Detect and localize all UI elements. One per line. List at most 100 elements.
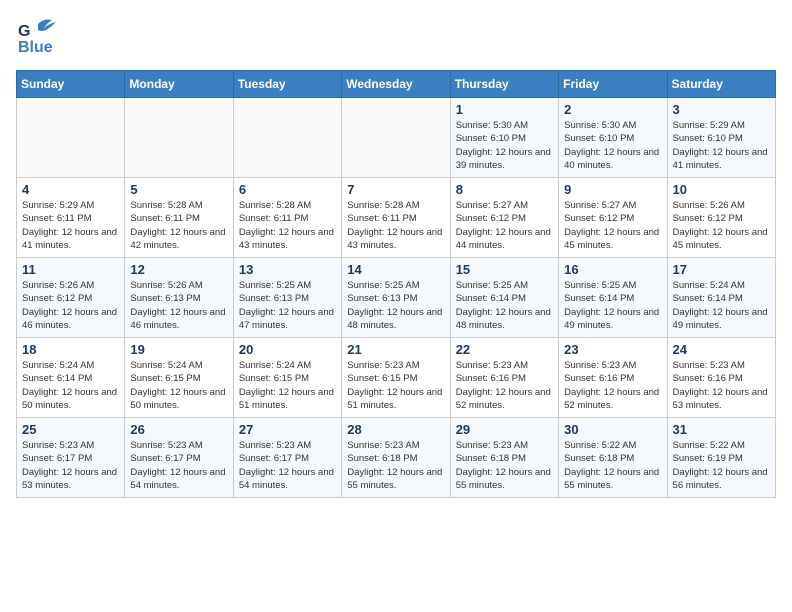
logo-icon: G Blue [16,16,64,58]
day-info: Sunrise: 5:24 AMSunset: 6:14 PMDaylight:… [673,279,770,332]
page-header: G Blue [16,16,776,58]
calendar-week-row: 18 Sunrise: 5:24 AMSunset: 6:14 PMDayligh… [17,338,776,418]
day-number: 30 [564,422,661,437]
day-info: Sunrise: 5:29 AMSunset: 6:10 PMDaylight:… [673,119,770,172]
day-info: Sunrise: 5:23 AMSunset: 6:16 PMDaylight:… [673,359,770,412]
col-header-friday: Friday [559,71,667,98]
day-info: Sunrise: 5:25 AMSunset: 6:14 PMDaylight:… [456,279,553,332]
calendar-cell [125,98,233,178]
day-number: 21 [347,342,444,357]
calendar-cell: 28Sunrise: 5:23 AMSunset: 6:18 PMDayligh… [342,418,450,498]
day-info: Sunrise: 5:24 AMSunset: 6:14 PMDaylight:… [22,359,119,412]
day-info: Sunrise: 5:27 AMSunset: 6:12 PMDaylight:… [564,199,661,252]
calendar-cell: 1Sunrise: 5:30 AMSunset: 6:10 PMDaylight… [450,98,558,178]
day-info: Sunrise: 5:23 AMSunset: 6:17 PMDaylight:… [130,439,227,492]
day-info: Sunrise: 5:27 AMSunset: 6:12 PMDaylight:… [456,199,553,252]
day-info: Sunrise: 5:26 AMSunset: 6:13 PMDaylight:… [130,279,227,332]
day-number: 31 [673,422,770,437]
col-header-tuesday: Tuesday [233,71,341,98]
logo: G Blue [16,16,68,58]
day-info: Sunrise: 5:23 AMSunset: 6:15 PMDaylight:… [347,359,444,412]
calendar-cell: 4 Sunrise: 5:29 AMSunset: 6:11 PMDaylight… [17,178,125,258]
day-info: Sunrise: 5:24 AMSunset: 6:15 PMDaylight:… [130,359,227,412]
day-info: Sunrise: 5:25 AMSunset: 6:13 PMDaylight:… [239,279,336,332]
day-info: Sunrise: 5:23 AMSunset: 6:16 PMDaylight:… [564,359,661,412]
day-number: 7 [347,182,444,197]
day-number: 26 [130,422,227,437]
day-info: Sunrise: 5:28 AMSunset: 6:11 PMDaylight:… [239,199,336,252]
svg-text:G: G [18,23,30,40]
calendar-cell: 13 Sunrise: 5:25 AMSunset: 6:13 PMDayligh… [233,258,341,338]
day-info: Sunrise: 5:25 AMSunset: 6:13 PMDaylight:… [347,279,444,332]
calendar-cell: 30 Sunrise: 5:22 AMSunset: 6:18 PMDayligh… [559,418,667,498]
day-number: 18 [22,342,119,357]
day-number: 11 [22,262,119,277]
day-number: 27 [239,422,336,437]
col-header-thursday: Thursday [450,71,558,98]
day-info: Sunrise: 5:22 AMSunset: 6:18 PMDaylight:… [564,439,661,492]
day-info: Sunrise: 5:23 AMSunset: 6:16 PMDaylight:… [456,359,553,412]
calendar-cell: 26 Sunrise: 5:23 AMSunset: 6:17 PMDayligh… [125,418,233,498]
calendar-cell: 21 Sunrise: 5:23 AMSunset: 6:15 PMDayligh… [342,338,450,418]
day-number: 23 [564,342,661,357]
day-number: 4 [22,182,119,197]
day-info: Sunrise: 5:30 AMSunset: 6:10 PMDaylight:… [564,119,661,172]
day-number: 8 [456,182,553,197]
calendar-cell: 23 Sunrise: 5:23 AMSunset: 6:16 PMDayligh… [559,338,667,418]
calendar-cell: 2 Sunrise: 5:30 AMSunset: 6:10 PMDaylight… [559,98,667,178]
calendar-week-row: 1Sunrise: 5:30 AMSunset: 6:10 PMDaylight… [17,98,776,178]
calendar-cell: 25Sunrise: 5:23 AMSunset: 6:17 PMDayligh… [17,418,125,498]
day-number: 9 [564,182,661,197]
svg-text:Blue: Blue [18,39,53,56]
calendar-cell: 20Sunrise: 5:24 AMSunset: 6:15 PMDayligh… [233,338,341,418]
day-info: Sunrise: 5:23 AMSunset: 6:17 PMDaylight:… [239,439,336,492]
day-number: 13 [239,262,336,277]
day-number: 24 [673,342,770,357]
calendar-table: SundayMondayTuesdayWednesdayThursdayFrid… [16,70,776,498]
calendar-cell: 14Sunrise: 5:25 AMSunset: 6:13 PMDayligh… [342,258,450,338]
calendar-cell: 22 Sunrise: 5:23 AMSunset: 6:16 PMDayligh… [450,338,558,418]
day-info: Sunrise: 5:26 AMSunset: 6:12 PMDaylight:… [22,279,119,332]
day-info: Sunrise: 5:30 AMSunset: 6:10 PMDaylight:… [456,119,553,172]
calendar-cell: 29Sunrise: 5:23 AMSunset: 6:18 PMDayligh… [450,418,558,498]
day-number: 28 [347,422,444,437]
day-number: 25 [22,422,119,437]
day-number: 15 [456,262,553,277]
calendar-cell: 5 Sunrise: 5:28 AMSunset: 6:11 PMDaylight… [125,178,233,258]
day-info: Sunrise: 5:24 AMSunset: 6:15 PMDaylight:… [239,359,336,412]
col-header-sunday: Sunday [17,71,125,98]
calendar-cell: 18 Sunrise: 5:24 AMSunset: 6:14 PMDayligh… [17,338,125,418]
calendar-cell: 31 Sunrise: 5:22 AMSunset: 6:19 PMDayligh… [667,418,775,498]
day-number: 5 [130,182,227,197]
day-info: Sunrise: 5:23 AMSunset: 6:18 PMDaylight:… [456,439,553,492]
day-number: 17 [673,262,770,277]
calendar-cell: 24 Sunrise: 5:23 AMSunset: 6:16 PMDayligh… [667,338,775,418]
col-header-monday: Monday [125,71,233,98]
calendar-cell: 9 Sunrise: 5:27 AMSunset: 6:12 PMDaylight… [559,178,667,258]
calendar-cell: 11 Sunrise: 5:26 AMSunset: 6:12 PMDayligh… [17,258,125,338]
calendar-week-row: 4 Sunrise: 5:29 AMSunset: 6:11 PMDaylight… [17,178,776,258]
day-info: Sunrise: 5:28 AMSunset: 6:11 PMDaylight:… [130,199,227,252]
day-info: Sunrise: 5:22 AMSunset: 6:19 PMDaylight:… [673,439,770,492]
day-info: Sunrise: 5:28 AMSunset: 6:11 PMDaylight:… [347,199,444,252]
col-header-saturday: Saturday [667,71,775,98]
calendar-week-row: 11 Sunrise: 5:26 AMSunset: 6:12 PMDayligh… [17,258,776,338]
calendar-week-row: 25 Sunrise: 5:23 AMSunset: 6:17 PMDayligh… [17,418,776,498]
calendar-cell: 16 Sunrise: 5:25 AMSunset: 6:14 PMDayligh… [559,258,667,338]
day-number: 10 [673,182,770,197]
calendar-cell: 3 Sunrise: 5:29 AMSunset: 6:10 PMDaylight… [667,98,775,178]
day-info: Sunrise: 5:29 AMSunset: 6:11 PMDaylight:… [22,199,119,252]
calendar-cell: 7 Sunrise: 5:28 AMSunset: 6:11 PMDaylight… [342,178,450,258]
day-info: Sunrise: 5:25 AMSunset: 6:14 PMDaylight:… [564,279,661,332]
day-number: 2 [564,102,661,117]
day-info: Sunrise: 5:26 AMSunset: 6:12 PMDaylight:… [673,199,770,252]
calendar-cell [17,98,125,178]
day-number: 16 [564,262,661,277]
day-number: 22 [456,342,553,357]
calendar-cell: 19 Sunrise: 5:24 AMSunset: 6:15 PMDayligh… [125,338,233,418]
calendar-cell: 17 Sunrise: 5:24 AMSunset: 6:14 PMDayligh… [667,258,775,338]
calendar-cell [342,98,450,178]
day-number: 3 [673,102,770,117]
calendar-header-row: SundayMondayTuesdayWednesdayThursdayFrid… [17,71,776,98]
day-number: 19 [130,342,227,357]
